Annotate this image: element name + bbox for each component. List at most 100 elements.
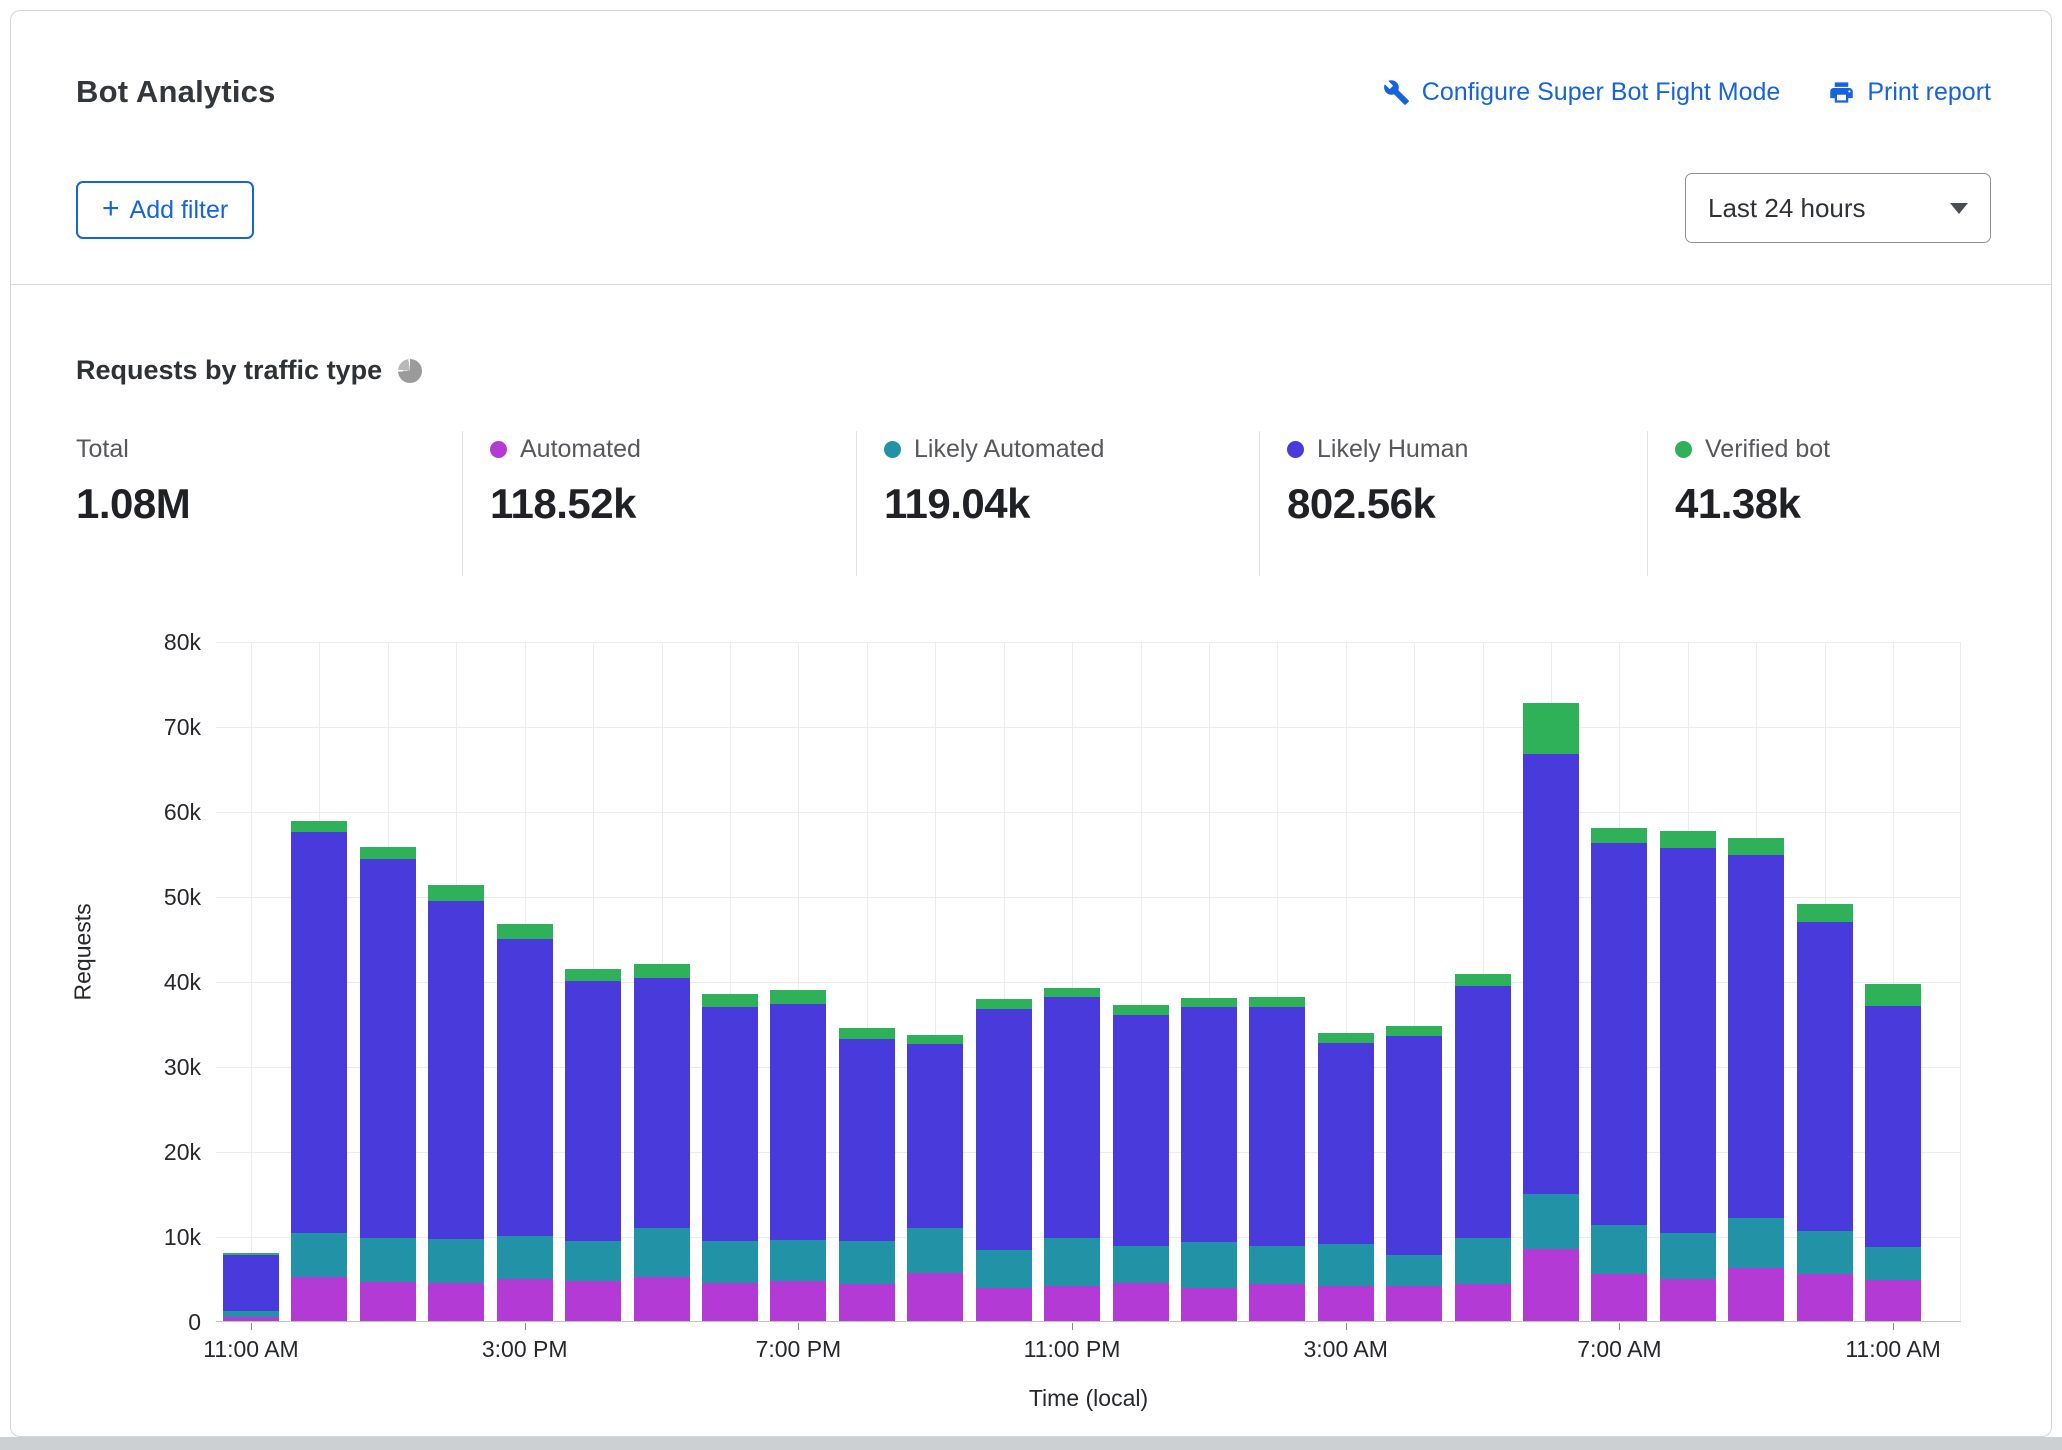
bar-segment-automated[interactable]	[565, 1281, 621, 1321]
bar-segment-likely-human[interactable]	[1386, 1036, 1442, 1254]
bar-segment-likely-automated[interactable]	[1797, 1231, 1853, 1274]
bar-segment-automated[interactable]	[1318, 1286, 1374, 1321]
bar-segment-likely-automated[interactable]	[702, 1241, 758, 1283]
bar-segment-likely-automated[interactable]	[360, 1238, 416, 1282]
bar-segment-automated[interactable]	[1044, 1286, 1100, 1321]
bar-segment-automated[interactable]	[907, 1273, 963, 1321]
bar-segment-likely-human[interactable]	[976, 1009, 1032, 1250]
bar-segment-likely-automated[interactable]	[1728, 1218, 1784, 1268]
bar-segment-likely-automated[interactable]	[839, 1241, 895, 1284]
bar-segment-verified-bot[interactable]	[1044, 988, 1100, 997]
bar-segment-verified-bot[interactable]	[497, 924, 553, 938]
bar-segment-automated[interactable]	[1455, 1284, 1511, 1321]
bar-segment-verified-bot[interactable]	[360, 847, 416, 859]
bar-segment-likely-human[interactable]	[291, 832, 347, 1232]
bar-segment-automated[interactable]	[1113, 1283, 1169, 1321]
bar-segment-automated[interactable]	[1249, 1284, 1305, 1321]
bar-segment-verified-bot[interactable]	[1523, 703, 1579, 754]
bar-segment-likely-automated[interactable]	[1455, 1238, 1511, 1285]
bar-segment-likely-human[interactable]	[1113, 1015, 1169, 1246]
bar-segment-likely-automated[interactable]	[907, 1228, 963, 1272]
bar-segment-likely-human[interactable]	[497, 939, 553, 1237]
bar-segment-likely-human[interactable]	[1044, 997, 1100, 1238]
time-range-select[interactable]: Last 24 hours	[1685, 173, 1991, 243]
bar-segment-likely-human[interactable]	[1591, 843, 1647, 1225]
bar-segment-likely-automated[interactable]	[976, 1250, 1032, 1287]
bar-segment-likely-automated[interactable]	[1523, 1194, 1579, 1249]
bar-segment-verified-bot[interactable]	[1660, 831, 1716, 848]
bar-segment-verified-bot[interactable]	[839, 1028, 895, 1039]
print-report-link[interactable]: Print report	[1828, 78, 1991, 107]
bar-segment-likely-automated[interactable]	[1181, 1242, 1237, 1288]
bar-segment-likely-human[interactable]	[770, 1004, 826, 1240]
bar-segment-likely-human[interactable]	[1660, 848, 1716, 1233]
bar-segment-likely-human[interactable]	[1865, 1006, 1921, 1247]
bar-segment-likely-automated[interactable]	[1249, 1246, 1305, 1284]
bar-segment-likely-human[interactable]	[360, 859, 416, 1238]
bar-segment-likely-automated[interactable]	[1113, 1246, 1169, 1283]
bar-segment-automated[interactable]	[497, 1279, 553, 1321]
bar-segment-automated[interactable]	[428, 1283, 484, 1321]
bar-segment-likely-human[interactable]	[1181, 1007, 1237, 1242]
bar-segment-likely-automated[interactable]	[1865, 1247, 1921, 1280]
bar-segment-likely-automated[interactable]	[428, 1239, 484, 1282]
bar-segment-likely-human[interactable]	[1523, 754, 1579, 1193]
bar-segment-verified-bot[interactable]	[1181, 998, 1237, 1007]
bar-segment-verified-bot[interactable]	[1797, 904, 1853, 922]
bar-segment-likely-human[interactable]	[223, 1255, 279, 1311]
bar-segment-verified-bot[interactable]	[291, 821, 347, 832]
bar-segment-verified-bot[interactable]	[1318, 1033, 1374, 1043]
bar-segment-likely-human[interactable]	[428, 901, 484, 1239]
bar-segment-likely-automated[interactable]	[223, 1311, 279, 1317]
bar-segment-automated[interactable]	[360, 1282, 416, 1321]
bar-segment-automated[interactable]	[1660, 1279, 1716, 1321]
bar-segment-likely-human[interactable]	[907, 1044, 963, 1228]
bar-segment-verified-bot[interactable]	[1728, 838, 1784, 855]
bar-segment-verified-bot[interactable]	[428, 885, 484, 901]
bar-segment-verified-bot[interactable]	[1455, 974, 1511, 986]
bar-segment-likely-automated[interactable]	[770, 1240, 826, 1281]
bar-segment-likely-human[interactable]	[634, 978, 690, 1227]
bar-segment-automated[interactable]	[1181, 1288, 1237, 1321]
bar-segment-automated[interactable]	[839, 1284, 895, 1321]
bar-segment-automated[interactable]	[1797, 1274, 1853, 1321]
bar-segment-verified-bot[interactable]	[1113, 1005, 1169, 1015]
bar-segment-verified-bot[interactable]	[976, 999, 1032, 1009]
bar-segment-automated[interactable]	[1591, 1274, 1647, 1321]
bar-segment-automated[interactable]	[702, 1283, 758, 1321]
bar-segment-likely-automated[interactable]	[1386, 1255, 1442, 1286]
bar-segment-verified-bot[interactable]	[1865, 984, 1921, 1005]
bar-segment-verified-bot[interactable]	[770, 990, 826, 1004]
bar-segment-automated[interactable]	[1865, 1280, 1921, 1321]
bar-segment-verified-bot[interactable]	[1591, 828, 1647, 843]
bar-segment-automated[interactable]	[634, 1277, 690, 1321]
bar-segment-automated[interactable]	[770, 1281, 826, 1321]
bar-segment-likely-automated[interactable]	[634, 1228, 690, 1277]
configure-super-bot-fight-mode-link[interactable]: Configure Super Bot Fight Mode	[1383, 78, 1781, 107]
bar-segment-automated[interactable]	[976, 1288, 1032, 1321]
add-filter-button[interactable]: + Add filter	[76, 181, 254, 239]
bar-segment-likely-human[interactable]	[1728, 855, 1784, 1218]
bar-segment-likely-automated[interactable]	[497, 1236, 553, 1279]
bar-segment-automated[interactable]	[291, 1277, 347, 1321]
bar-segment-automated[interactable]	[223, 1317, 279, 1321]
bar-segment-verified-bot[interactable]	[1249, 997, 1305, 1006]
bar-segment-likely-automated[interactable]	[1660, 1233, 1716, 1279]
bar-segment-likely-automated[interactable]	[1044, 1238, 1100, 1286]
bar-segment-likely-automated[interactable]	[565, 1241, 621, 1281]
bar-segment-automated[interactable]	[1386, 1286, 1442, 1321]
bar-segment-likely-automated[interactable]	[1318, 1244, 1374, 1287]
bar-segment-likely-automated[interactable]	[291, 1233, 347, 1277]
bar-segment-verified-bot[interactable]	[907, 1035, 963, 1044]
bar-segment-likely-human[interactable]	[702, 1007, 758, 1242]
bar-segment-likely-human[interactable]	[565, 981, 621, 1241]
bar-segment-verified-bot[interactable]	[565, 969, 621, 981]
bar-segment-likely-human[interactable]	[1455, 986, 1511, 1238]
bar-segment-likely-automated[interactable]	[1591, 1225, 1647, 1274]
bar-segment-verified-bot[interactable]	[223, 1253, 279, 1255]
bar-segment-automated[interactable]	[1523, 1249, 1579, 1321]
bar-segment-likely-human[interactable]	[839, 1039, 895, 1241]
bar-segment-automated[interactable]	[1728, 1268, 1784, 1321]
bar-segment-verified-bot[interactable]	[634, 964, 690, 978]
bar-segment-likely-human[interactable]	[1249, 1007, 1305, 1247]
